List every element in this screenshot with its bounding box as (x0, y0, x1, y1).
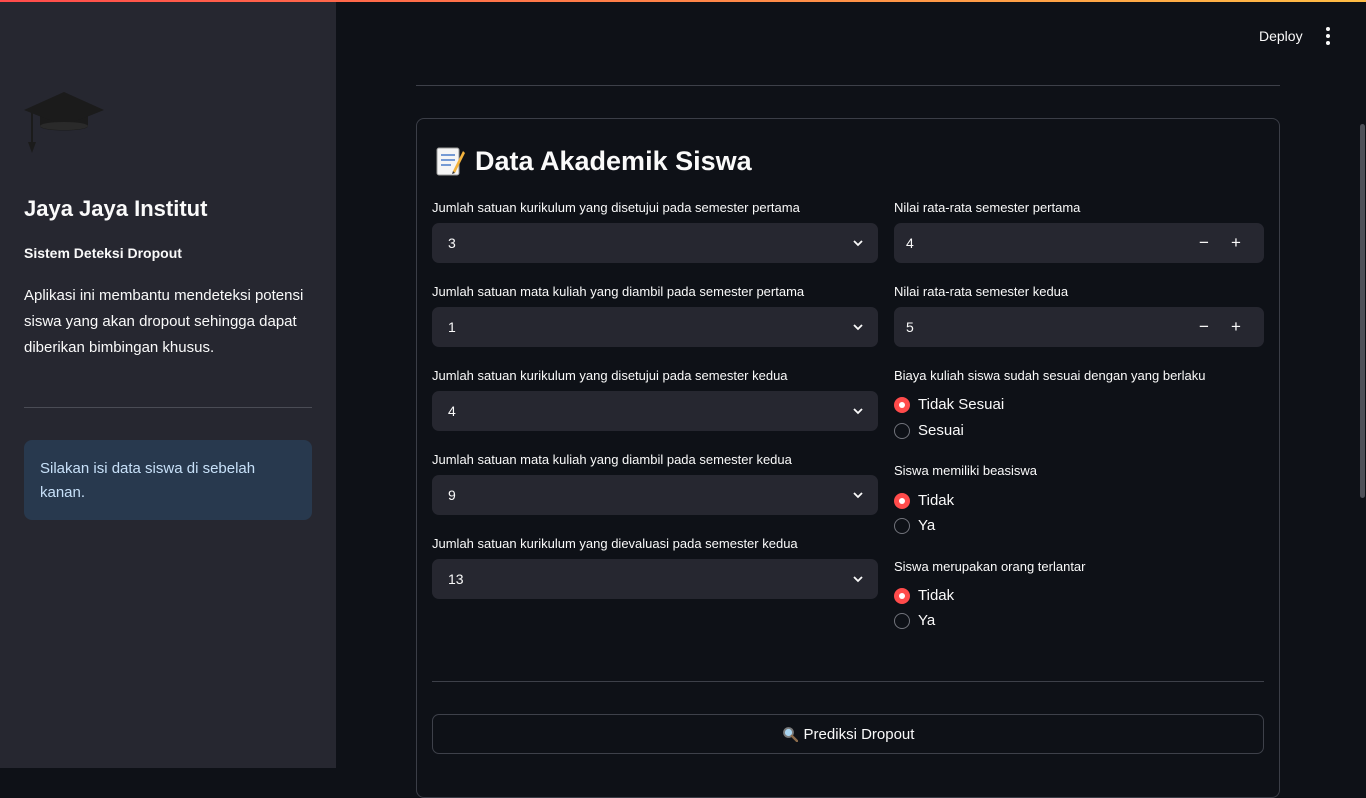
select-evaluated-units-sem2[interactable]: 13 (432, 559, 878, 599)
select-value: 3 (448, 235, 456, 251)
radio-option[interactable]: Tidak (894, 587, 954, 604)
number-value[interactable]: 5 (906, 319, 1188, 335)
select-value: 9 (448, 487, 456, 503)
chevron-down-icon (853, 576, 863, 583)
radio-group-label: Siswa merupakan orang terlantar (894, 559, 1086, 574)
magnifying-glass-icon (782, 727, 798, 742)
radio-label: Ya (918, 612, 936, 629)
radio-unchecked[interactable] (894, 422, 910, 439)
radio-option[interactable]: Ya (894, 517, 935, 534)
field-label: Jumlah satuan kurikulum yang dievaluasi … (432, 536, 798, 551)
radio-option[interactable]: Ya (894, 612, 935, 629)
field-label: Jumlah satuan kurikulum yang disetujui p… (432, 200, 800, 215)
field-label: Jumlah satuan mata kuliah yang diambil p… (432, 452, 792, 467)
form-divider (432, 681, 1264, 682)
radio-label: Tidak (918, 587, 955, 604)
select-value: 1 (448, 319, 456, 335)
sidebar: Jaya Jaya Institut Sistem Deteksi Dropou… (0, 0, 336, 768)
predict-dropout-button[interactable]: Prediksi Dropout (432, 714, 1264, 754)
chevron-down-icon (853, 324, 863, 331)
top-decoration-bar (0, 0, 1366, 2)
radio-label: Sesuai (918, 422, 964, 439)
chevron-down-icon (853, 408, 863, 415)
chevron-down-icon (853, 240, 863, 247)
form-heading: Data Akademik Siswa (435, 145, 752, 177)
top-divider (416, 85, 1280, 86)
predict-button-label: Prediksi Dropout (803, 725, 915, 743)
main-menu-button[interactable] (1316, 24, 1340, 48)
radio-unchecked[interactable] (894, 612, 910, 629)
field-label: Nilai rata-rata semester kedua (894, 284, 1069, 299)
radio-option[interactable]: Sesuai (894, 422, 964, 439)
chevron-down-icon (853, 492, 863, 499)
radio-group-label: Siswa memiliki beasiswa (894, 463, 1038, 478)
decrement-button[interactable]: − (1188, 307, 1220, 347)
select-approved-units-sem1[interactable]: 3 (432, 223, 878, 263)
radio-unchecked[interactable] (894, 517, 910, 534)
app-description: Aplikasi ini membantu mendeteksi potensi… (24, 287, 304, 356)
number-value[interactable]: 4 (906, 235, 1188, 251)
info-message: Silakan isi data siswa di sebelah kanan. (24, 440, 312, 520)
select-approved-units-sem2[interactable]: 4 (432, 391, 878, 431)
field-label: Nilai rata-rata semester pertama (894, 200, 1081, 215)
radio-checked[interactable] (894, 396, 910, 413)
select-enrolled-units-sem2[interactable]: 9 (432, 475, 878, 515)
radio-label: Tidak (918, 492, 955, 509)
form-title: Data Akademik Siswa (475, 145, 752, 176)
app-subtitle: Sistem Deteksi Dropout (24, 245, 182, 261)
vertical-ellipsis-icon (1326, 27, 1330, 31)
graduation-cap-icon (24, 92, 104, 153)
radio-option[interactable]: Tidak (894, 492, 954, 509)
increment-button[interactable]: + (1220, 307, 1252, 347)
number-input-grade-sem2: 5 − + (894, 307, 1264, 347)
radio-group-label: Biaya kuliah siswa sudah sesuai dengan y… (894, 368, 1206, 383)
deploy-button[interactable]: Deploy (1248, 24, 1314, 50)
sidebar-divider (24, 407, 312, 408)
app-title: Jaya Jaya Institut (24, 196, 208, 221)
number-input-grade-sem1: 4 − + (894, 223, 1264, 263)
field-label: Jumlah satuan mata kuliah yang diambil p… (432, 284, 805, 299)
radio-checked[interactable] (894, 492, 910, 509)
decrement-button[interactable]: − (1188, 223, 1220, 263)
radio-checked[interactable] (894, 587, 910, 604)
increment-button[interactable]: + (1220, 223, 1252, 263)
select-enrolled-units-sem1[interactable]: 1 (432, 307, 878, 347)
field-label: Jumlah satuan kurikulum yang disetujui p… (432, 368, 788, 383)
memo-icon (436, 147, 465, 176)
select-value: 13 (448, 571, 464, 587)
radio-option[interactable]: Tidak Sesuai (894, 396, 1004, 413)
radio-label: Ya (918, 517, 936, 534)
select-value: 4 (448, 403, 456, 419)
scrollbar[interactable] (1360, 124, 1365, 498)
radio-label: Tidak Sesuai (918, 396, 1005, 413)
